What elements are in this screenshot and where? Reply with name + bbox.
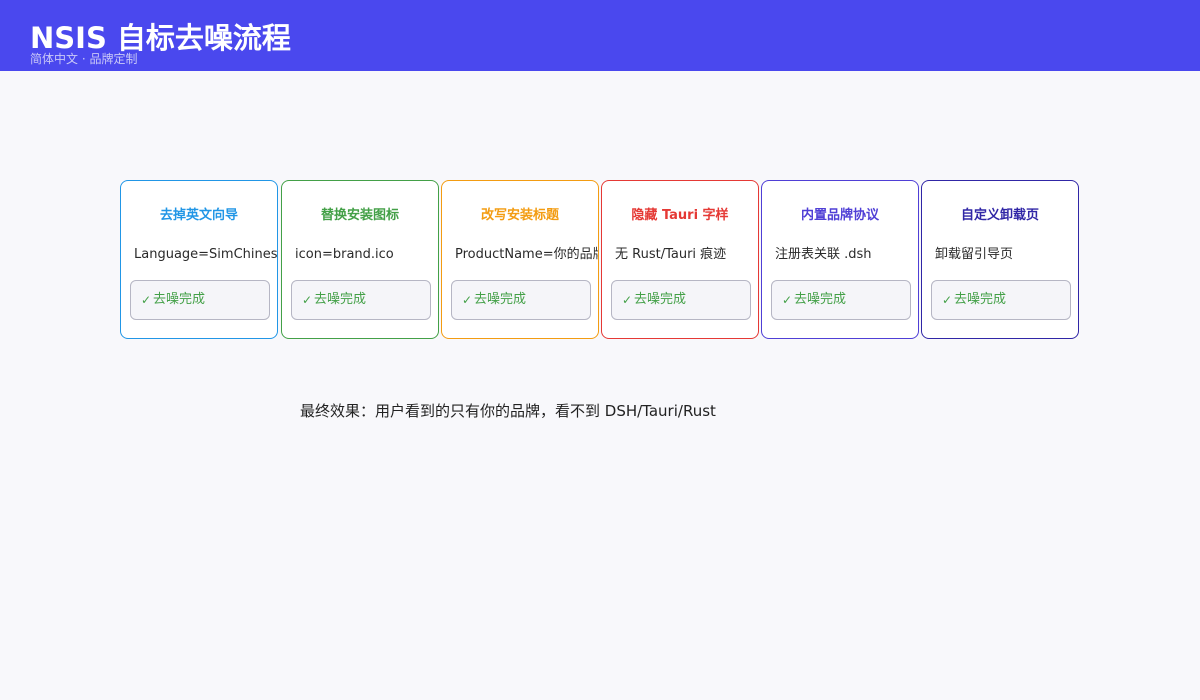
step-status-label: 去噪完成 <box>634 292 687 307</box>
step-card-6: 自定义卸载页 卸载留引导页 ✓ 去噪完成 <box>921 180 1079 339</box>
step-status-label: 去噪完成 <box>314 292 367 307</box>
step-status-button[interactable]: ✓ 去噪完成 <box>130 280 270 320</box>
step-card-3: 改写安装标题 ProductName=你的品牌 ✓ 去噪完成 <box>441 180 599 339</box>
step-config: 无 Rust/Tauri 痕迹 <box>615 247 727 262</box>
step-config: 卸载留引导页 <box>935 247 1014 262</box>
step-title: 替换安装图标 <box>320 208 399 223</box>
step-card-4: 隐藏 Tauri 字样 无 Rust/Tauri 痕迹 ✓ 去噪完成 <box>601 180 759 339</box>
step-title: 自定义卸载页 <box>960 208 1039 223</box>
step-status-button[interactable]: ✓ 去噪完成 <box>931 280 1071 320</box>
step-config: Language=SimChinese <box>134 247 278 262</box>
step-card-1: 去掉英文向导 Language=SimChinese ✓ 去噪完成 <box>120 180 278 339</box>
step-title: 改写安装标题 <box>480 208 559 223</box>
check-icon: ✓ <box>782 293 793 307</box>
step-status-label: 去噪完成 <box>474 292 527 307</box>
check-icon: ✓ <box>942 293 953 307</box>
step-title: 内置品牌协议 <box>800 208 879 223</box>
step-config: 注册表关联 .dsh <box>775 247 872 262</box>
check-icon: ✓ <box>302 293 313 307</box>
check-icon: ✓ <box>622 293 633 307</box>
step-status-label: 去噪完成 <box>954 292 1007 307</box>
step-status-label: 去噪完成 <box>794 292 847 307</box>
check-icon: ✓ <box>462 293 473 307</box>
step-config: ProductName=你的品牌 <box>455 247 599 262</box>
step-status-button[interactable]: ✓ 去噪完成 <box>291 280 431 320</box>
step-status-button[interactable]: ✓ 去噪完成 <box>611 280 751 320</box>
step-status-button[interactable]: ✓ 去噪完成 <box>771 280 911 320</box>
summary-text: 最终效果：用户看到的只有你的品牌，看不到 DSH/Tauri/Rust <box>300 402 716 420</box>
step-status-label: 去噪完成 <box>153 292 206 307</box>
header-bar: NSIS 自标去噪流程 简体中文 · 品牌定制 <box>0 0 1200 71</box>
step-status-button[interactable]: ✓ 去噪完成 <box>451 280 591 320</box>
step-title: 去掉英文向导 <box>159 208 238 223</box>
step-config: icon=brand.ico <box>295 247 394 262</box>
step-card-2: 替换安装图标 icon=brand.ico ✓ 去噪完成 <box>281 180 439 339</box>
check-icon: ✓ <box>141 293 152 307</box>
page-subtitle: 简体中文 · 品牌定制 <box>30 52 138 66</box>
step-card-5: 内置品牌协议 注册表关联 .dsh ✓ 去噪完成 <box>761 180 919 339</box>
step-title: 隐藏 Tauri 字样 <box>631 208 729 223</box>
